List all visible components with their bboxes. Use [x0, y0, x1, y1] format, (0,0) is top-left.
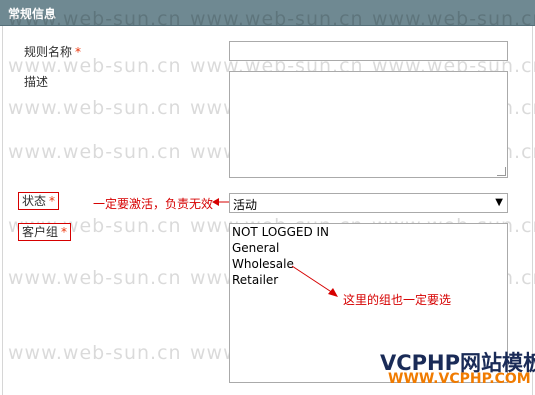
required-marker: *: [49, 194, 56, 208]
status-label-text: 状态: [22, 194, 47, 208]
brand-url: WWW.VCPHP.COM: [388, 371, 531, 387]
required-marker: *: [61, 225, 68, 239]
chevron-down-icon[interactable]: ▼: [495, 197, 503, 208]
rule-name-label-text: 规则名称: [24, 45, 73, 59]
status-label: 状态 *: [18, 192, 60, 210]
description-label: 描述: [24, 75, 49, 89]
status-annotation: 一定要激活，负责无效: [93, 197, 214, 211]
annotation-arrow-icon: [291, 265, 338, 297]
status-label-highlight: 状态 *: [18, 192, 60, 210]
description-textarea[interactable]: [229, 71, 508, 178]
customer-group-option[interactable]: NOT LOGGED IN: [230, 224, 329, 240]
watermark-text: www.web-sun.cn: [8, 267, 182, 289]
watermark-text: www.web-sun.cn: [190, 8, 364, 30]
status-select[interactable]: 活动 ▼: [229, 193, 508, 213]
customer-group-label-text: 客户组: [22, 225, 59, 239]
status-select-value: 活动: [233, 198, 258, 212]
watermark-text: www.web-sun.cn: [8, 141, 182, 163]
required-marker: *: [75, 45, 82, 59]
watermark-text: www.web-sun.cn: [8, 97, 182, 119]
watermark-text: www.web-sun.cn: [8, 8, 182, 30]
resize-grip-icon[interactable]: [497, 167, 506, 176]
rule-name-label: 规则名称 *: [24, 43, 81, 60]
watermark-text: www.web-sun.cn: [8, 342, 182, 364]
group-annotation: 这里的组也一定要选: [343, 293, 452, 307]
page: 常规信息 www.web-sun.cn www.web-sun.cn www.w…: [0, 0, 535, 395]
watermark-text: www.web-sun.cn: [372, 8, 535, 30]
customer-group-option[interactable]: General: [230, 240, 329, 256]
customer-group-label-highlight: 客户组 *: [18, 223, 72, 241]
rule-name-input[interactable]: [229, 41, 508, 61]
customer-group-label: 客户组 *: [18, 223, 72, 241]
